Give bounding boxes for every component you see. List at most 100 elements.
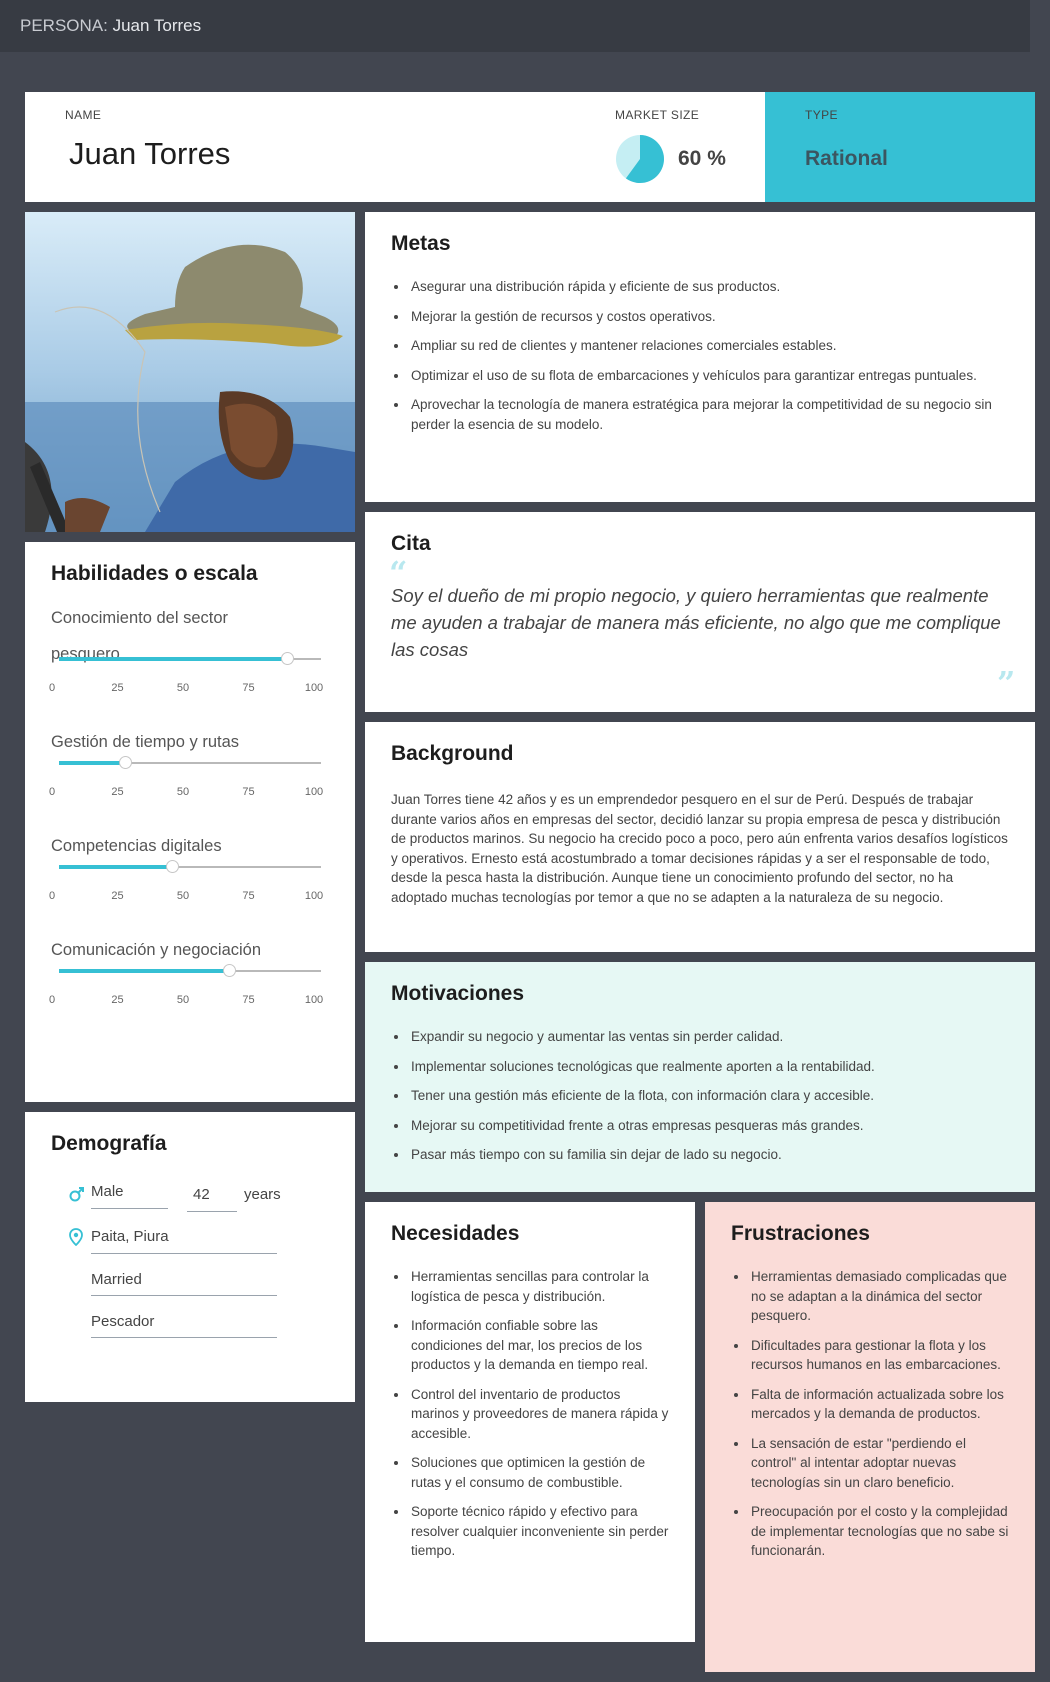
skill-tick-label: 50: [176, 786, 190, 798]
skill-tick-label: 0: [48, 890, 56, 902]
motivations-title: Motivaciones: [391, 982, 525, 1005]
motivation-item: Implementar soluciones tecnológicas que …: [409, 1057, 1011, 1077]
need-item: Control del inventario de productos mari…: [409, 1385, 669, 1444]
age-unit: years: [244, 1186, 281, 1203]
skill-tick-label: 25: [111, 890, 124, 902]
background-title: Background: [391, 742, 514, 765]
needs-card: Necesidades Herramientas sencillas para …: [365, 1202, 695, 1642]
market-size-pie: [616, 135, 664, 183]
motivation-item: Mejorar su competitividad frente a otras…: [409, 1116, 1011, 1136]
goal-item: Asegurar una distribución rápida y efici…: [409, 277, 1001, 297]
skill-label: Competencias digitales: [51, 837, 222, 855]
skill-slider[interactable]: [59, 652, 321, 665]
skill-slider[interactable]: [59, 756, 321, 769]
fisherman-illustration: [25, 212, 355, 532]
skill-tick-label: 0: [48, 682, 56, 694]
quote-card: Cita “ Soy el dueño de mi propio negocio…: [365, 512, 1035, 712]
background-card: Background Juan Torres tiene 42 años y e…: [365, 722, 1035, 952]
goal-item: Ampliar su red de clientes y mantener re…: [409, 336, 1001, 356]
quote-title: Cita: [391, 532, 431, 555]
background-text: Juan Torres tiene 42 años y es un empren…: [391, 792, 1008, 905]
type-value: Rational: [805, 147, 888, 170]
skill-slider[interactable]: [59, 964, 321, 977]
frustration-item: La sensación de estar "perdiendo el cont…: [749, 1434, 1009, 1493]
needs-list: Herramientas sencillas para controlar la…: [391, 1267, 669, 1571]
goals-title: Metas: [391, 232, 451, 255]
skills-title: Habilidades o escala: [51, 562, 258, 585]
persona-photo: [25, 212, 355, 532]
header-card: NAME Juan Torres MARKET SIZE 60 %: [25, 92, 765, 202]
frustrations-title: Frustraciones: [731, 1222, 870, 1245]
gender-underline: [91, 1208, 168, 1209]
skill-tick-label: 100: [304, 994, 324, 1006]
top-bar: PERSONA: Juan Torres: [0, 0, 1030, 52]
skill-tick-label: 25: [111, 786, 124, 798]
name-label: NAME: [65, 108, 102, 122]
motivations-list: Expandir su negocio y aumentar las venta…: [391, 1027, 1011, 1175]
demographics-card: Demografía Male 42 years Paita, Piura Ma…: [25, 1112, 355, 1402]
skill-slider-fill: [59, 865, 172, 869]
location-field[interactable]: Paita, Piura: [91, 1228, 169, 1245]
skill-tick-label: 75: [242, 890, 255, 902]
quote-text: Soy el dueño de mi propio negocio, y qui…: [391, 585, 1001, 660]
skills-card: Habilidades o escala Conocimiento del se…: [25, 542, 355, 1102]
occupation-field[interactable]: Pescador: [91, 1313, 154, 1330]
need-item: Soluciones que optimicen la gestión de r…: [409, 1453, 669, 1492]
skill-slider-fill: [59, 657, 287, 661]
skill-tick-label: 100: [304, 682, 324, 694]
skill-tick-label: 100: [304, 890, 324, 902]
skill-tick-label: 50: [176, 890, 190, 902]
marital-status-underline: [91, 1295, 277, 1296]
demographics-title: Demografía: [51, 1132, 167, 1155]
skill-tick-label: 0: [48, 786, 56, 798]
skill-tick-label: 25: [111, 994, 124, 1006]
skill-slider-handle[interactable]: [118, 756, 132, 769]
male-gender-icon: [69, 1187, 84, 1202]
skill-slider-handle[interactable]: [280, 652, 294, 665]
skill-slider-handle[interactable]: [165, 860, 179, 873]
need-item: Herramientas sencillas para controlar la…: [409, 1267, 669, 1306]
frustration-item: Preocupación por el costo y la complejid…: [749, 1502, 1009, 1561]
location-pin-icon: [69, 1228, 83, 1246]
skill-slider-handle[interactable]: [223, 964, 237, 977]
skill-tick-label: 25: [111, 682, 124, 694]
marital-status-field[interactable]: Married: [91, 1271, 142, 1288]
persona-title: PERSONA: Juan Torres: [20, 16, 201, 36]
motivation-item: Tener una gestión más eficiente de la fl…: [409, 1086, 1011, 1106]
skill-tick-label: 75: [242, 682, 255, 694]
frustrations-card: Frustraciones Herramientas demasiado com…: [705, 1202, 1035, 1672]
age-field[interactable]: 42: [193, 1186, 210, 1203]
skill-slider[interactable]: [59, 860, 321, 873]
gender-field[interactable]: Male: [91, 1183, 124, 1200]
skill-tick-label: 100: [304, 786, 324, 798]
skill-tick-label: 75: [242, 994, 255, 1006]
motivations-card: Motivaciones Expandir su negocio y aumen…: [365, 962, 1035, 1192]
need-item: Soporte técnico rápido y efectivo para r…: [409, 1502, 669, 1561]
persona-name: Juan Torres: [69, 136, 231, 171]
goals-card: Metas Asegurar una distribución rápida y…: [365, 212, 1035, 502]
frustration-item: Herramientas demasiado complicadas que n…: [749, 1267, 1009, 1326]
age-underline: [187, 1211, 237, 1212]
frustration-item: Dificultades para gestionar la flota y l…: [749, 1336, 1009, 1375]
type-label: TYPE: [805, 108, 838, 122]
goal-item: Optimizar el uso de su flota de embarcac…: [409, 366, 1001, 386]
motivation-item: Pasar más tiempo con su familia sin deja…: [409, 1145, 1011, 1165]
need-item: Información confiable sobre las condicio…: [409, 1316, 669, 1375]
goals-list: Asegurar una distribución rápida y efici…: [391, 277, 1001, 444]
skill-tick-label: 50: [176, 994, 190, 1006]
close-quote-icon: ”: [997, 664, 1016, 702]
skill-label: Gestión de tiempo y rutas: [51, 733, 240, 751]
skill-tick-label: 75: [242, 786, 255, 798]
frustration-item: Falta de información actualizada sobre l…: [749, 1385, 1009, 1424]
goal-item: Mejorar la gestión de recursos y costos …: [409, 307, 1001, 327]
location-underline: [91, 1253, 277, 1254]
skill-label: Conocimiento del sector pesquero: [51, 609, 229, 663]
frustrations-list: Herramientas demasiado complicadas que n…: [731, 1267, 1009, 1571]
persona-prefix: PERSONA:: [20, 16, 108, 35]
needs-title: Necesidades: [391, 1222, 520, 1245]
motivation-item: Expandir su negocio y aumentar las venta…: [409, 1027, 1011, 1047]
skill-slider-fill: [59, 761, 125, 765]
type-box: TYPE Rational: [765, 92, 1035, 202]
occupation-underline: [91, 1337, 277, 1338]
market-size-label: MARKET SIZE: [615, 108, 700, 122]
